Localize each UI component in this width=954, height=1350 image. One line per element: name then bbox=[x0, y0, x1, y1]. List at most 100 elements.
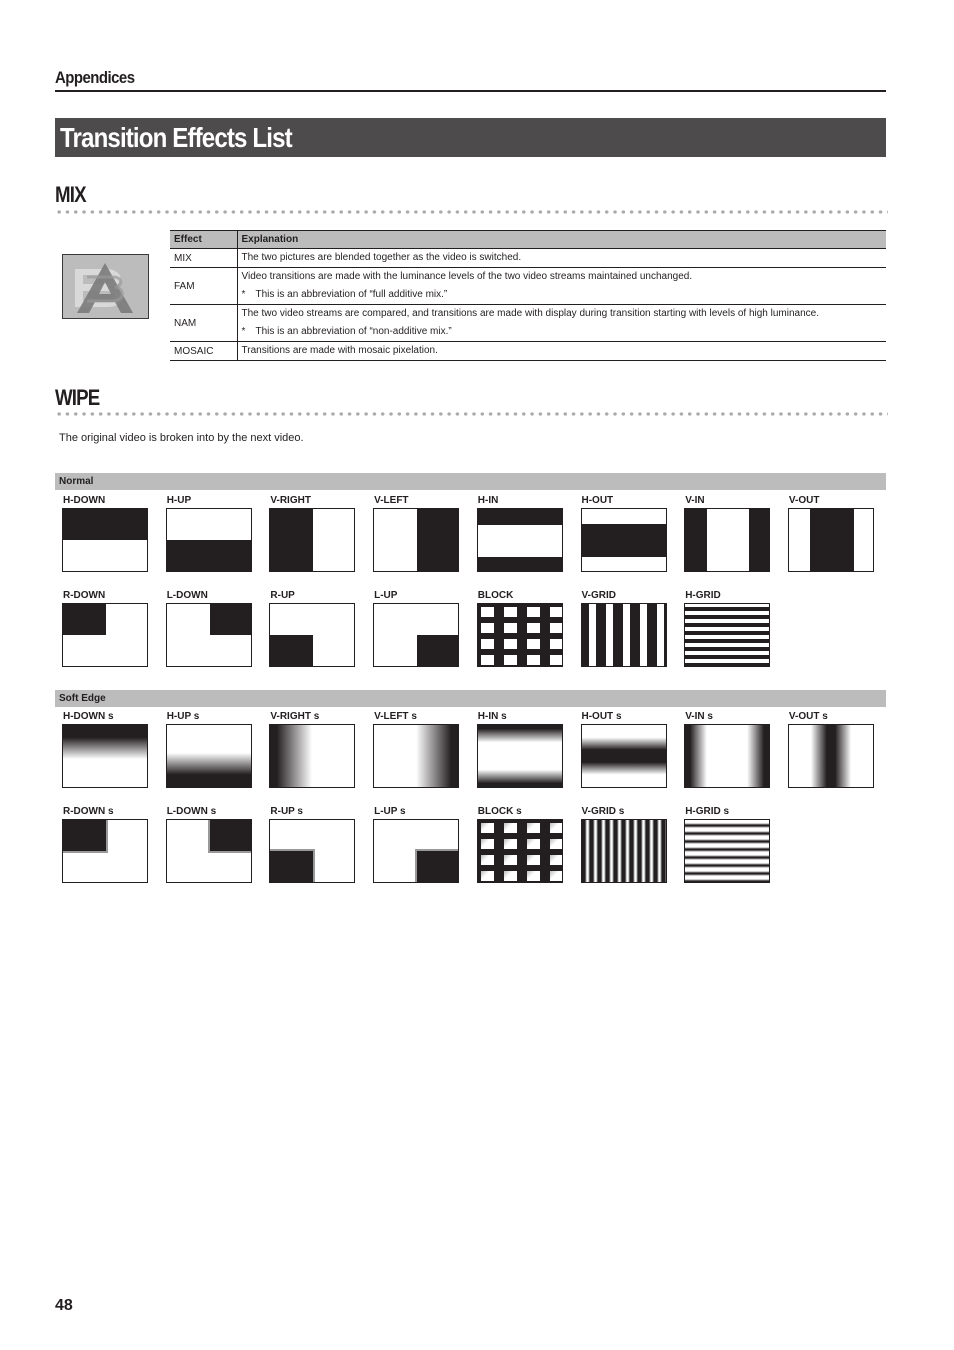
pattern-block bbox=[270, 509, 314, 571]
pattern-block bbox=[526, 623, 540, 633]
pattern-block bbox=[63, 604, 106, 635]
wipe-pattern-thumbnail bbox=[684, 603, 771, 667]
wipe-effect-item: H-DOWN bbox=[62, 494, 166, 572]
pattern-block bbox=[480, 623, 494, 633]
pattern-block bbox=[656, 604, 664, 666]
pattern-block bbox=[549, 639, 562, 649]
wipe-pattern-thumbnail bbox=[476, 508, 563, 572]
table-row: FAM Video transitions are made with the … bbox=[170, 267, 886, 305]
wipe-effect-item: BLOCK bbox=[476, 589, 581, 667]
wipe-effect-item: V-LEFT s bbox=[373, 710, 477, 788]
wipe-effect-label: L-DOWN bbox=[166, 590, 208, 601]
pattern-block bbox=[480, 871, 494, 881]
pattern-block bbox=[63, 509, 147, 540]
effect-name: MOSAIC bbox=[170, 341, 238, 361]
pattern-block bbox=[526, 823, 540, 833]
wipe-pattern-thumbnail bbox=[476, 603, 563, 667]
wipe-effect-label: H-GRID s bbox=[685, 806, 730, 817]
wipe-intro: The original video is broken into by the… bbox=[59, 432, 304, 444]
pattern-block bbox=[588, 604, 596, 666]
wipe-pattern-thumbnail bbox=[580, 819, 667, 883]
wipe-effect-item: V-OUT s bbox=[787, 710, 892, 788]
pattern-block bbox=[417, 509, 459, 571]
wipe-pattern-thumbnail bbox=[373, 508, 460, 572]
wipe-pattern-thumbnail bbox=[476, 724, 563, 788]
pattern-block bbox=[749, 509, 770, 571]
wipe-pattern-thumbnail bbox=[373, 724, 460, 788]
wipe-pattern-thumbnail bbox=[62, 819, 148, 883]
pattern-block bbox=[526, 855, 540, 865]
effect-name: FAM bbox=[170, 267, 238, 305]
wipe-effect-label: V-IN bbox=[685, 495, 705, 506]
wipe-effect-item: L-DOWN s bbox=[165, 805, 270, 883]
wipe-effect-item: V-RIGHT s bbox=[269, 710, 373, 788]
section-header: Appendices bbox=[55, 68, 886, 92]
wipe-effect-item: R-DOWN bbox=[62, 589, 166, 667]
effect-explanation: The two video streams are compared, and … bbox=[241, 308, 820, 319]
wipe-effect-label: V-IN s bbox=[685, 711, 713, 722]
wipe-pattern-thumbnail bbox=[580, 508, 667, 572]
note-marker: * bbox=[241, 289, 246, 300]
wipe-effect-item: H-IN bbox=[476, 494, 581, 572]
pattern-block bbox=[685, 663, 770, 666]
wipe-pattern-thumbnail bbox=[62, 603, 148, 667]
wipe-effect-item: H-GRID s bbox=[684, 805, 788, 883]
pattern-block bbox=[549, 655, 562, 665]
pattern-block bbox=[503, 623, 517, 633]
wipe-effect-label: H-UP bbox=[166, 495, 192, 506]
wipe-effect-label: H-IN s bbox=[477, 711, 507, 722]
pattern-block bbox=[503, 639, 517, 649]
wipe-effect-label: V-OUT bbox=[788, 495, 820, 506]
wipe-effect-item: L-DOWN bbox=[165, 589, 270, 667]
wipe-effect-label: BLOCK bbox=[477, 590, 514, 601]
wipe-effect-item: R-DOWN s bbox=[62, 805, 166, 883]
table-row: MOSAIC Transitions are made with mosaic … bbox=[170, 341, 886, 361]
wipe-pattern-thumbnail bbox=[165, 819, 252, 883]
section-header-label: Appendices bbox=[55, 68, 135, 87]
group-bar-soft-edge: Soft Edge bbox=[55, 690, 886, 707]
wipe-pattern-thumbnail bbox=[580, 724, 667, 788]
pattern-block bbox=[480, 639, 494, 649]
soft-edge bbox=[270, 849, 315, 882]
mix-heading: MIX bbox=[55, 182, 87, 207]
wipe-pattern-thumbnail bbox=[269, 508, 356, 572]
pattern-block bbox=[581, 524, 666, 557]
wipe-effect-item: R-UP bbox=[269, 589, 373, 667]
wipe-effect-label: L-UP bbox=[374, 590, 398, 601]
wipe-pattern-thumbnail bbox=[476, 819, 563, 883]
wipe-effect-label: V-RIGHT bbox=[270, 495, 311, 506]
effect-explanation: Video transitions are made with the lumi… bbox=[241, 271, 693, 282]
pattern-block bbox=[480, 839, 494, 849]
dotted-divider bbox=[55, 412, 888, 416]
pattern-block bbox=[503, 823, 517, 833]
wipe-effect-label: H-DOWN bbox=[63, 495, 106, 506]
pattern-block bbox=[685, 639, 770, 643]
pattern-block bbox=[685, 607, 770, 611]
wipe-pattern-thumbnail bbox=[269, 603, 356, 667]
pattern-block bbox=[209, 604, 251, 635]
pattern-block bbox=[480, 855, 494, 865]
pattern-block bbox=[685, 655, 770, 659]
pattern-block bbox=[526, 655, 540, 665]
effect-name: NAM bbox=[170, 304, 238, 342]
pattern-block bbox=[549, 839, 562, 849]
table-row: NAM The two video streams are compared, … bbox=[170, 304, 886, 342]
wipe-effect-item: H-GRID bbox=[684, 589, 788, 667]
pattern-block bbox=[685, 615, 770, 619]
wipe-pattern-thumbnail bbox=[580, 603, 667, 667]
effect-note: * This is an abbreviation of “non-additiv… bbox=[242, 323, 883, 341]
mix-effects-table: Effect Explanation MIX The two pictures … bbox=[170, 230, 886, 361]
wipe-pattern-thumbnail bbox=[684, 508, 771, 572]
wipe-effect-label: R-UP bbox=[270, 590, 295, 601]
note-text: This is an abbreviation of “non-additive… bbox=[255, 326, 452, 337]
pattern-block bbox=[549, 871, 562, 881]
wipe-pattern-thumbnail bbox=[684, 724, 771, 788]
wipe-effect-label: BLOCK s bbox=[477, 806, 522, 817]
soft-edge bbox=[63, 820, 108, 853]
pattern-block bbox=[503, 839, 517, 849]
pattern-block bbox=[480, 823, 494, 833]
wipe-effect-label: V-GRID bbox=[581, 590, 616, 601]
wipe-effect-item: V-RIGHT bbox=[269, 494, 373, 572]
effect-name: MIX bbox=[170, 248, 238, 268]
wipe-pattern-thumbnail bbox=[373, 819, 460, 883]
